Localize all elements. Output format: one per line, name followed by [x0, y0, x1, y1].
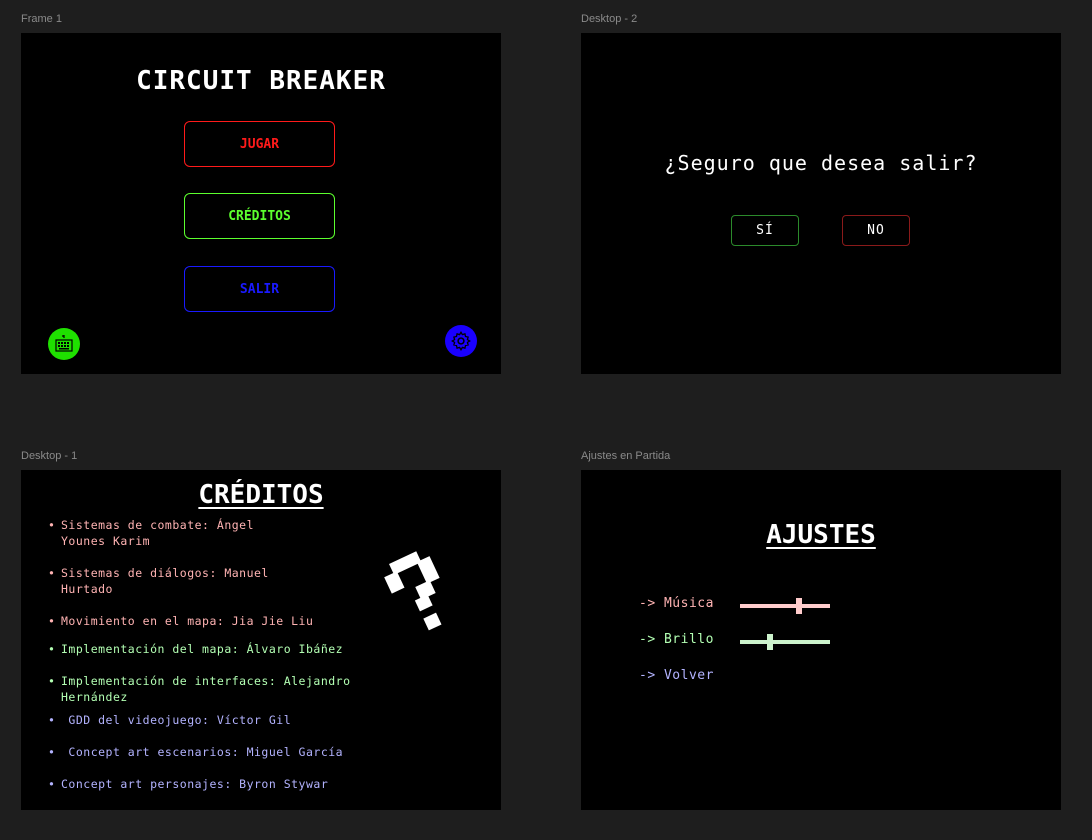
bullet: •: [48, 745, 56, 759]
credit-item: • Implementación de interfaces: Alejandr…: [48, 673, 351, 705]
credit-text: Sistemas de combate: Ángel Younes Karim: [61, 518, 255, 548]
credit-text: Implementación del mapa: Álvaro Ibáñez: [61, 642, 344, 656]
settings-frame: AJUSTES -> Música -> Brillo -> Volver: [581, 470, 1061, 810]
credit-item: • Sistemas de combate: Ángel Younes Kari…: [48, 517, 254, 549]
credit-text: Concept art personajes: Byron Stywar: [61, 777, 329, 791]
credit-text: Implementación de interfaces: Alejandro …: [61, 674, 351, 704]
frame-label-ajustes: Ajustes en Partida: [581, 450, 671, 462]
main-menu-frame: CIRCUIT BREAKER JUGAR CRÉDITOS SALIR: [21, 33, 501, 374]
play-button[interactable]: JUGAR: [184, 121, 335, 167]
exit-button[interactable]: SALIR: [184, 266, 335, 312]
gear-icon: [451, 331, 471, 351]
credits-frame: CRÉDITOS • Sistemas de combate: Ángel Yo…: [21, 470, 501, 810]
credit-item: • Movimiento en el mapa: Jia Jie Liu: [48, 613, 313, 629]
settings-button[interactable]: [445, 325, 477, 357]
credit-item: • GDD del videojuego: Víctor Gil: [48, 712, 291, 728]
music-slider-thumb[interactable]: [796, 598, 802, 614]
game-title: CIRCUIT BREAKER: [136, 66, 386, 96]
frame-label-frame1: Frame 1: [21, 13, 62, 25]
no-button[interactable]: NO: [842, 215, 910, 246]
yes-button[interactable]: SÍ: [731, 215, 799, 246]
credit-item: • Implementación del mapa: Álvaro Ibáñez: [48, 641, 343, 657]
credit-item: • Concept art personajes: Byron Stywar: [48, 776, 328, 792]
bullet: •: [48, 614, 56, 628]
keyboard-icon: [55, 335, 73, 352]
music-slider[interactable]: [740, 598, 830, 614]
credit-text: Sistemas de diálogos: Manuel Hurtado: [61, 566, 269, 596]
question-mark-icon: [384, 551, 442, 631]
brightness-slider-thumb[interactable]: [767, 634, 773, 650]
back-option[interactable]: -> Volver: [639, 668, 714, 683]
settings-title: AJUSTES: [766, 520, 876, 550]
credits-title: CRÉDITOS: [198, 480, 324, 510]
bullet: •: [48, 777, 56, 791]
credit-item: • Sistemas de diálogos: Manuel Hurtado: [48, 565, 269, 597]
frame-label-desktop2: Desktop - 2: [581, 13, 638, 25]
bullet: •: [48, 642, 56, 656]
frame-label-desktop1: Desktop - 1: [21, 450, 78, 462]
credit-item: • Concept art escenarios: Miguel García: [48, 744, 343, 760]
credit-text: GDD del videojuego: Víctor Gil: [61, 713, 292, 727]
credits-button[interactable]: CRÉDITOS: [184, 193, 335, 239]
keyboard-button[interactable]: [48, 328, 80, 360]
credit-text: Movimiento en el mapa: Jia Jie Liu: [61, 614, 314, 628]
music-option[interactable]: -> Música: [639, 596, 714, 611]
exit-dialog-frame: ¿Seguro que desea salir? SÍ NO: [581, 33, 1061, 374]
brightness-slider[interactable]: [740, 634, 830, 650]
bullet: •: [48, 518, 56, 532]
bullet: •: [48, 713, 56, 727]
brightness-option[interactable]: -> Brillo: [639, 632, 714, 647]
bullet: •: [48, 674, 56, 688]
credit-text: Concept art escenarios: Miguel García: [61, 745, 344, 759]
bullet: •: [48, 566, 56, 580]
exit-question: ¿Seguro que desea salir?: [664, 151, 978, 175]
